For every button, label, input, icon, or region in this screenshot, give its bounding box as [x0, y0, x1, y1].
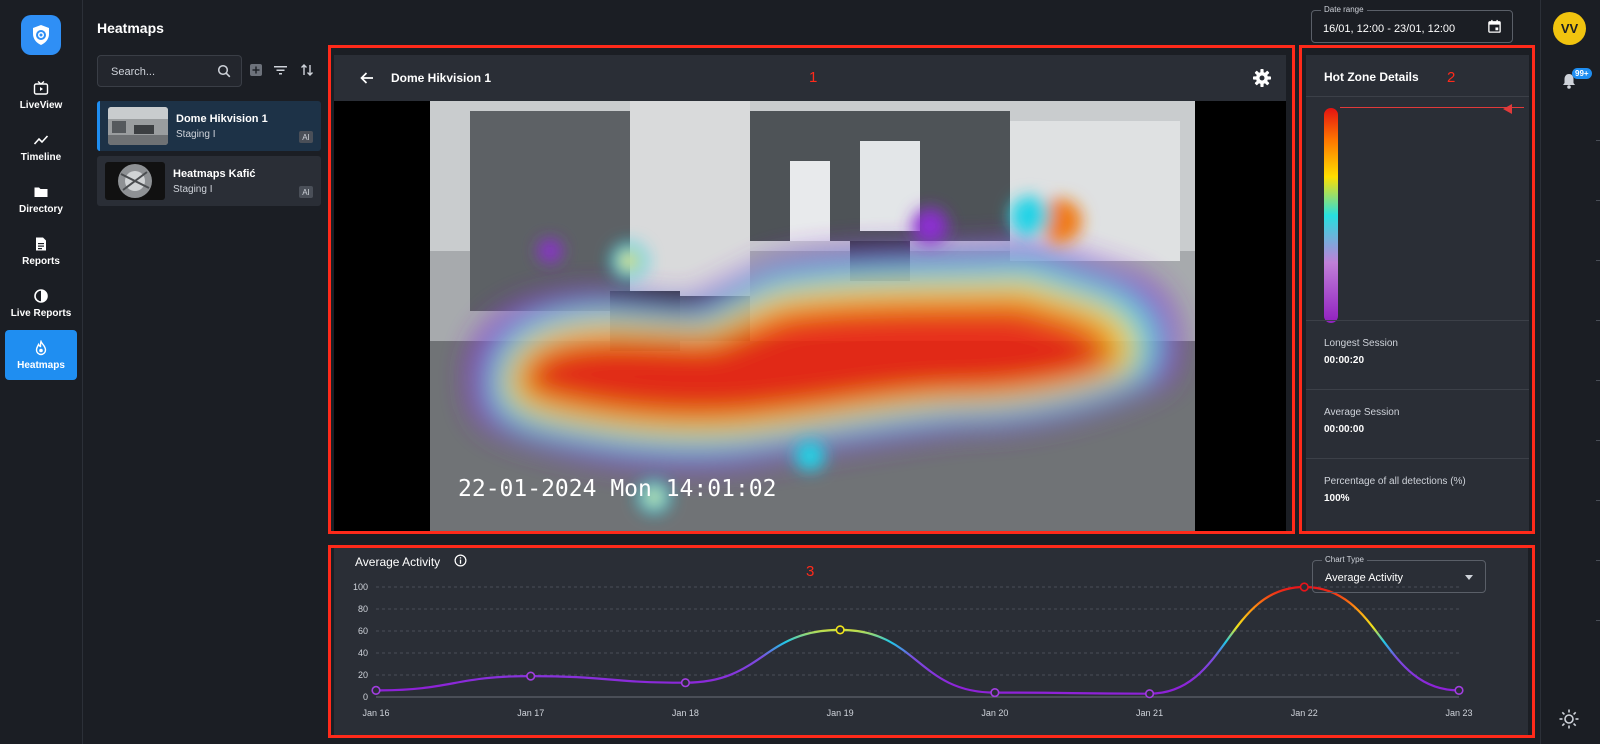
nav-label: Heatmaps	[17, 359, 65, 371]
trend-icon	[33, 134, 49, 145]
sun-icon[interactable]	[1558, 708, 1580, 730]
shield-icon	[33, 25, 49, 45]
nav-item-liveview[interactable]: LiveView	[5, 70, 77, 120]
nav-label: LiveView	[19, 99, 63, 111]
annotation-number: 3	[806, 563, 815, 580]
nav-label: Live Reports	[10, 307, 72, 319]
camera-item[interactable]: Dome Hikvision 1 Staging I AI	[97, 101, 321, 151]
main-nav: LiveView Timeline Directory Reports Live…	[0, 0, 83, 744]
ai-badge: AI	[299, 186, 313, 198]
folder-icon	[34, 187, 48, 197]
nav-label: Directory	[19, 203, 63, 215]
annotation-box	[1299, 45, 1535, 534]
date-range-label: Date range	[1321, 5, 1367, 14]
flame-icon	[35, 339, 47, 355]
date-range-picker[interactable]: Date range 16/01, 12:00 - 23/01, 12:00	[1311, 5, 1513, 43]
camera-name: Dome Hikvision 1	[176, 113, 268, 125]
nav-item-live-reports[interactable]: Live Reports	[5, 278, 77, 328]
annotation-box	[328, 45, 1295, 534]
app-logo[interactable]	[21, 15, 61, 55]
camera-site: Staging I	[176, 129, 216, 140]
ai-badge: AI	[299, 131, 313, 143]
add-box-icon[interactable]	[249, 63, 263, 77]
camera-item[interactable]: Heatmaps Kafić Staging I AI	[97, 156, 321, 206]
camera-thumbnail	[105, 162, 165, 200]
nav-label: Reports	[22, 255, 60, 267]
search-icon[interactable]	[217, 64, 231, 78]
sort-icon[interactable]	[300, 63, 314, 77]
search-placeholder: Search...	[111, 66, 156, 78]
annotation-box	[328, 545, 1535, 738]
tv-icon	[33, 80, 49, 95]
nav-label: Timeline	[20, 151, 62, 163]
page-title: Heatmaps	[97, 20, 164, 36]
date-range-value: 16/01, 12:00 - 23/01, 12:00	[1323, 23, 1456, 35]
ruler-marks	[1596, 140, 1600, 621]
annotation-number: 2	[1447, 69, 1456, 86]
camera-thumbnail	[108, 107, 168, 145]
camera-site: Staging I	[173, 184, 213, 195]
nav-item-reports[interactable]: Reports	[5, 226, 77, 276]
nav-item-heatmaps[interactable]: Heatmaps	[5, 330, 77, 380]
nav-item-directory[interactable]: Directory	[5, 174, 77, 224]
user-avatar[interactable]: VV	[1553, 12, 1586, 45]
pie-icon	[34, 288, 48, 303]
search-input[interactable]: Search...	[97, 55, 242, 87]
camera-name: Heatmaps Kafić	[173, 168, 256, 180]
document-icon	[36, 237, 46, 250]
filter-icon[interactable]	[273, 63, 288, 77]
calendar-icon[interactable]	[1487, 19, 1502, 34]
annotation-number: 1	[809, 69, 818, 86]
right-rail: VV 99+	[1540, 0, 1600, 744]
nav-item-timeline[interactable]: Timeline	[5, 122, 77, 172]
notification-badge: 99+	[1572, 68, 1592, 79]
